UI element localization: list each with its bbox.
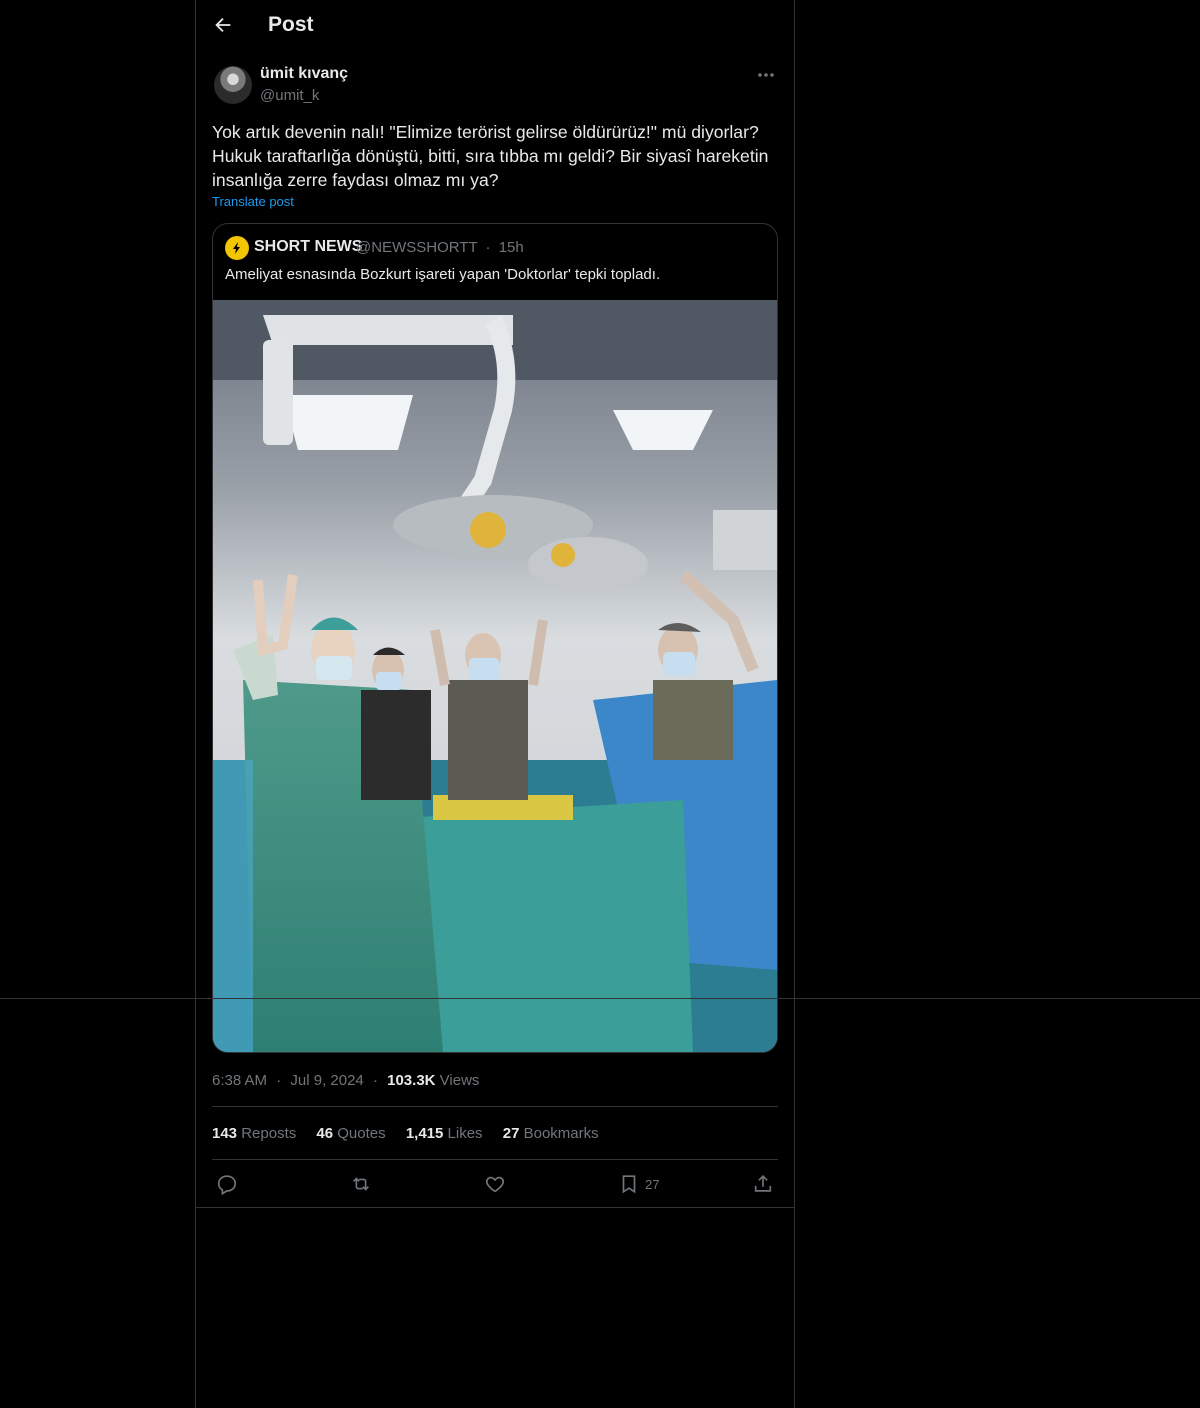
views-label: Views [439, 1072, 480, 1089]
author-handle[interactable]: @umit_k [260, 87, 319, 104]
page-title: Post [268, 13, 314, 36]
bookmarks-label: Bookmarks [523, 1125, 599, 1142]
post-stats: 143 Reposts 46 Quotes 1,415 Likes 27 Boo… [212, 1125, 615, 1142]
quoted-post[interactable]: SHORT NEWS @NEWSSHORTT · 15h Ameliyat es… [212, 223, 778, 1053]
separator-dot: · [372, 1072, 378, 1089]
divider [212, 1106, 778, 1107]
divider [196, 1207, 794, 1208]
bookmark-button[interactable]: 27 [618, 1172, 659, 1196]
reply-icon [217, 1175, 237, 1195]
separator-dot: · [276, 1072, 282, 1089]
share-button[interactable] [752, 1172, 774, 1196]
quotes-stat[interactable]: 46 Quotes [316, 1125, 385, 1142]
heart-icon [485, 1176, 505, 1193]
author-display-name[interactable]: ümit kıvanç [260, 65, 348, 83]
bookmarks-count: 27 [502, 1125, 520, 1142]
quoted-time: 15h [498, 239, 524, 256]
arrow-left-icon[interactable] [212, 14, 234, 36]
post-meta: 6:38 AM · Jul 9, 2024 · 103.3K Views [212, 1072, 479, 1089]
action-bar: 27 [196, 1166, 794, 1202]
post-time[interactable]: 6:38 AM [212, 1072, 267, 1089]
post-photo[interactable] [213, 300, 777, 1052]
post-text-line: Hukuk taraftarlığa dönüştü, bitti, sıra … [212, 146, 769, 166]
post-text-line: insanlığa zerre faydası olmaz mı ya? [212, 170, 499, 190]
separator-dot: · [485, 239, 491, 256]
reposts-label: Reposts [241, 1125, 297, 1142]
main-column: Post ümit kıvanç @umit_k Yok artık deven… [195, 0, 795, 1408]
more-options-icon[interactable] [752, 64, 780, 86]
divider [212, 1159, 778, 1160]
quoted-display-name: SHORT NEWS [254, 238, 363, 255]
likes-stat[interactable]: 1,415 Likes [406, 1125, 483, 1142]
translate-post-link[interactable]: Translate post [212, 194, 294, 209]
repost-icon [353, 1177, 369, 1191]
quoted-handle: @NEWSSHORTT [356, 239, 478, 256]
quoted-handle-time: @NEWSSHORTT · 15h [356, 239, 524, 256]
likes-count: 1,415 [405, 1125, 444, 1142]
bookmarks-stat[interactable]: 27 Bookmarks [503, 1125, 599, 1142]
quotes-label: Quotes [337, 1125, 386, 1142]
bookmark-count: 27 [645, 1176, 660, 1192]
bookmark-icon [622, 1175, 636, 1194]
divider [0, 998, 1200, 999]
reposts-count: 143 [212, 1125, 238, 1142]
post-text-line: Yok artık devenin nalı! "Elimize teröris… [212, 122, 759, 142]
lightning-icon [233, 242, 240, 254]
avatar[interactable] [214, 66, 252, 104]
post-text: Yok artık devenin nalı! "Elimize teröris… [212, 120, 782, 192]
likes-label: Likes [447, 1125, 483, 1142]
like-button[interactable] [484, 1172, 506, 1196]
repost-button[interactable] [350, 1172, 372, 1196]
reposts-stat[interactable]: 143 Reposts [212, 1125, 296, 1142]
page-header: Post [196, 0, 794, 53]
reply-button[interactable] [216, 1172, 238, 1196]
quoted-text: Ameliyat esnasında Bozkurt işareti yapan… [225, 266, 661, 283]
share-icon [754, 1175, 772, 1192]
views-count: 103.3K [387, 1072, 436, 1089]
quoted-avatar [225, 236, 249, 260]
quotes-count: 46 [316, 1125, 334, 1142]
post-date[interactable]: Jul 9, 2024 [290, 1072, 363, 1089]
